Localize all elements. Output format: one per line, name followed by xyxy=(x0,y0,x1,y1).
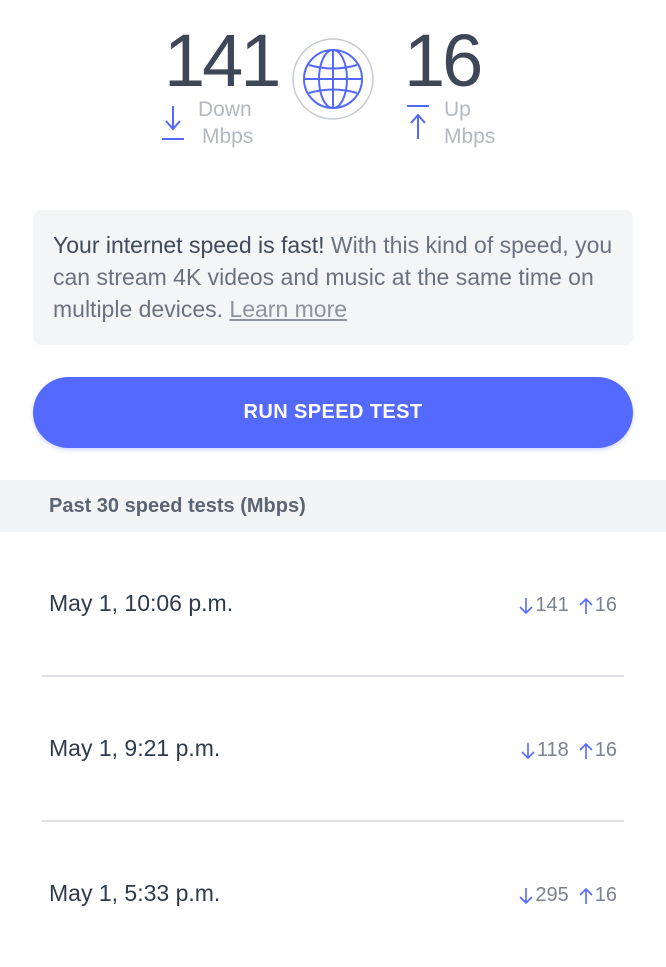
up-arrow-icon xyxy=(579,887,593,904)
row-speeds: 295 16 xyxy=(517,884,617,907)
down-arrow-icon xyxy=(519,887,533,904)
row-download: 295 xyxy=(535,884,569,906)
row-upload: 16 xyxy=(594,884,617,906)
row-upload: 16 xyxy=(594,594,617,616)
upload-mbps-label: Mbps xyxy=(444,125,496,148)
row-download: 141 xyxy=(535,594,569,616)
globe-icon xyxy=(292,38,374,120)
row-speeds: 118 16 xyxy=(519,739,617,762)
row-date: May 1, 9:21 p.m. xyxy=(49,735,221,761)
up-arrow-icon xyxy=(579,597,593,614)
download-unit-label: Down Mbps xyxy=(198,96,253,150)
upload-arrow-icon xyxy=(407,105,429,139)
row-upload: 16 xyxy=(594,739,617,761)
history-row[interactable]: May 1, 10:06 p.m. 141 16 xyxy=(0,532,666,677)
history-list: May 1, 10:06 p.m. 141 16 May 1, 9:21 p.m… xyxy=(0,532,666,967)
history-header: Past 30 speed tests (Mbps) xyxy=(0,480,666,532)
upload-label: Up xyxy=(444,98,471,121)
row-date: May 1, 10:06 p.m. xyxy=(49,590,234,616)
upload-speed-value: 16 xyxy=(404,19,483,102)
download-arrow-icon xyxy=(162,106,184,140)
up-arrow-icon xyxy=(579,742,593,759)
message-headline: Your internet speed is fast! xyxy=(53,232,325,258)
upload-unit-label: Up Mbps xyxy=(444,96,495,150)
download-speed-value: 141 xyxy=(164,19,281,102)
history-row[interactable]: May 1, 9:21 p.m. 118 16 xyxy=(0,677,666,822)
row-date: May 1, 5:33 p.m. xyxy=(49,880,221,906)
learn-more-link[interactable]: Learn more xyxy=(229,296,347,322)
down-arrow-icon xyxy=(521,742,535,759)
speed-summary: 141 Down Mbps 16 Up Mbps xyxy=(0,0,666,180)
run-speed-test-button[interactable]: RUN SPEED TEST xyxy=(33,377,633,448)
history-row[interactable]: May 1, 5:33 p.m. 295 16 xyxy=(0,822,666,967)
row-speeds: 141 16 xyxy=(517,594,617,617)
speed-message-card: Your internet speed is fast! With this k… xyxy=(33,210,633,345)
row-download: 118 xyxy=(536,739,569,761)
download-label: Down xyxy=(198,98,252,121)
down-arrow-icon xyxy=(519,597,533,614)
download-mbps-label: Mbps xyxy=(202,125,254,148)
